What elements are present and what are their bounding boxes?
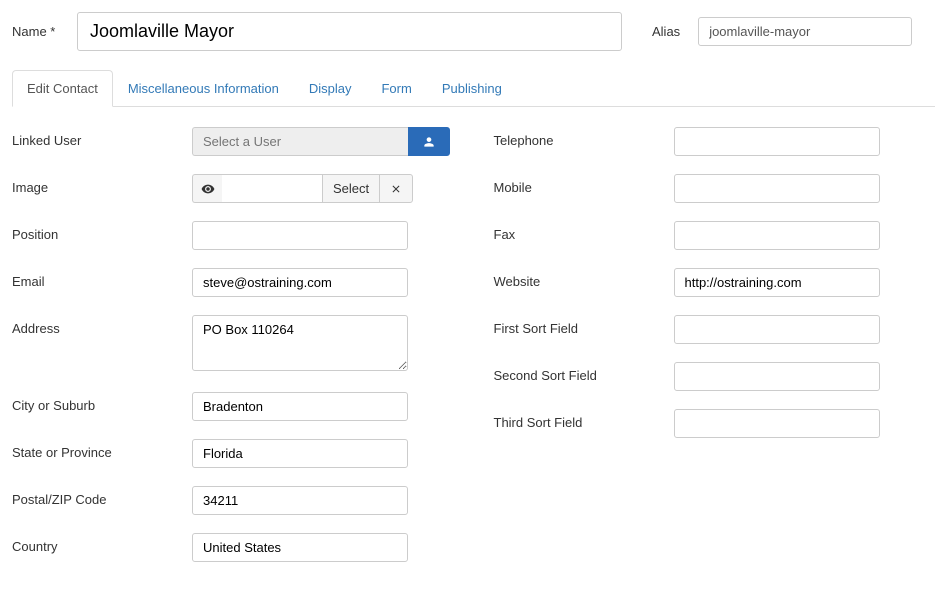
position-label: Position (12, 221, 192, 242)
position-input[interactable] (192, 221, 408, 250)
website-input[interactable] (674, 268, 880, 297)
name-input[interactable] (77, 12, 622, 51)
fax-input[interactable] (674, 221, 880, 250)
state-label: State or Province (12, 439, 192, 460)
tab-edit-contact[interactable]: Edit Contact (12, 70, 113, 107)
first-sort-label: First Sort Field (494, 315, 674, 336)
country-input[interactable] (192, 533, 408, 562)
select-user-button[interactable] (408, 127, 450, 156)
first-sort-input[interactable] (674, 315, 880, 344)
tab-bar: Edit Contact Miscellaneous Information D… (12, 69, 935, 107)
tab-publishing[interactable]: Publishing (427, 70, 517, 107)
country-label: Country (12, 533, 192, 554)
third-sort-label: Third Sort Field (494, 409, 674, 430)
city-label: City or Suburb (12, 392, 192, 413)
postal-input[interactable] (192, 486, 408, 515)
email-input[interactable] (192, 268, 408, 297)
image-select-button[interactable]: Select (322, 174, 379, 203)
state-input[interactable] (192, 439, 408, 468)
close-icon (390, 183, 402, 195)
address-textarea[interactable] (192, 315, 408, 371)
tab-misc-info[interactable]: Miscellaneous Information (113, 70, 294, 107)
mobile-input[interactable] (674, 174, 880, 203)
user-icon (422, 135, 436, 149)
image-clear-button[interactable] (379, 174, 413, 203)
image-preview-button[interactable] (192, 174, 222, 203)
title-row: Name * Alias (12, 12, 935, 51)
second-sort-label: Second Sort Field (494, 362, 674, 383)
website-label: Website (494, 268, 674, 289)
linked-user-label: Linked User (12, 127, 192, 148)
city-input[interactable] (192, 392, 408, 421)
third-sort-input[interactable] (674, 409, 880, 438)
mobile-label: Mobile (494, 174, 674, 195)
image-path-input[interactable] (222, 174, 322, 203)
telephone-label: Telephone (494, 127, 674, 148)
email-label: Email (12, 268, 192, 289)
eye-icon (201, 182, 215, 196)
telephone-input[interactable] (674, 127, 880, 156)
name-label: Name * (12, 24, 67, 39)
tab-display[interactable]: Display (294, 70, 367, 107)
postal-label: Postal/ZIP Code (12, 486, 192, 507)
address-label: Address (12, 315, 192, 336)
tab-form[interactable]: Form (366, 70, 426, 107)
second-sort-input[interactable] (674, 362, 880, 391)
linked-user-input[interactable] (192, 127, 408, 156)
fax-label: Fax (494, 221, 674, 242)
image-label: Image (12, 174, 192, 195)
alias-label: Alias (652, 24, 680, 39)
alias-input[interactable] (698, 17, 912, 46)
